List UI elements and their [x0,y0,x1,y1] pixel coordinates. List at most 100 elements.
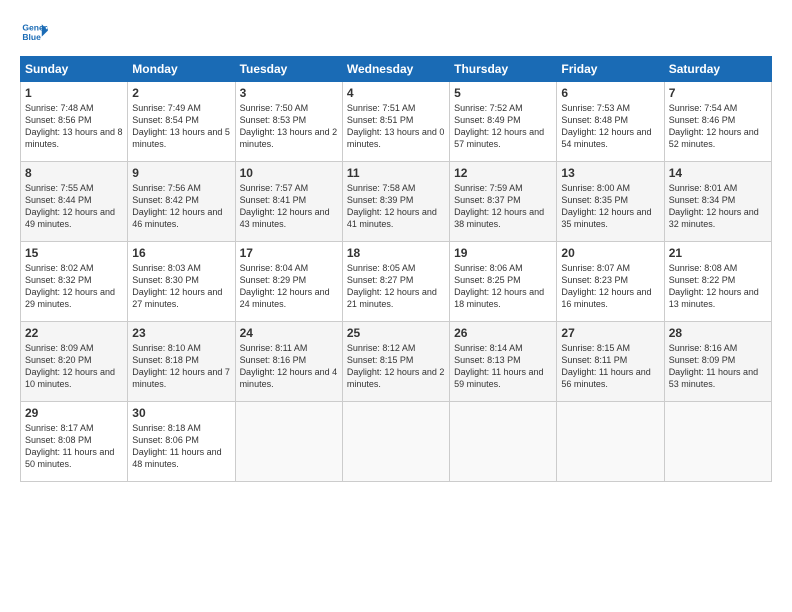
calendar-cell: 8 Sunrise: 7:55 AMSunset: 8:44 PMDaylight… [21,162,128,242]
day-number: 9 [132,166,230,180]
day-number: 13 [561,166,659,180]
day-number: 8 [25,166,123,180]
week-row-1: 1 Sunrise: 7:48 AMSunset: 8:56 PMDaylight… [21,82,772,162]
calendar-cell [235,402,342,482]
calendar-cell: 9Sunrise: 7:56 AMSunset: 8:42 PMDaylight… [128,162,235,242]
cell-info: Sunrise: 8:05 AMSunset: 8:27 PMDaylight:… [347,263,437,309]
week-row-5: 29 Sunrise: 8:17 AMSunset: 8:08 PMDayligh… [21,402,772,482]
calendar-cell: 30Sunrise: 8:18 AMSunset: 8:06 PMDayligh… [128,402,235,482]
day-number: 17 [240,246,338,260]
calendar-cell: 20Sunrise: 8:07 AMSunset: 8:23 PMDayligh… [557,242,664,322]
calendar-cell: 16 Sunrise: 8:03 AMSunset: 8:30 PMDayligh… [128,242,235,322]
cell-info: Sunrise: 8:17 AMSunset: 8:08 PMDaylight:… [25,423,114,469]
cell-info: Sunrise: 7:51 AMSunset: 8:51 PMDaylight:… [347,103,445,149]
day-number: 12 [454,166,552,180]
calendar-cell: 4 Sunrise: 7:51 AMSunset: 8:51 PMDaylight… [342,82,449,162]
calendar-cell: 11Sunrise: 7:58 AMSunset: 8:39 PMDayligh… [342,162,449,242]
day-number: 26 [454,326,552,340]
day-number: 18 [347,246,445,260]
day-number: 19 [454,246,552,260]
cell-info: Sunrise: 8:15 AMSunset: 8:11 PMDaylight:… [561,343,650,389]
day-number: 16 [132,246,230,260]
cell-info: Sunrise: 7:50 AMSunset: 8:53 PMDaylight:… [240,103,338,149]
cell-info: Sunrise: 7:57 AMSunset: 8:41 PMDaylight:… [240,183,330,229]
day-number: 28 [669,326,767,340]
calendar-cell [342,402,449,482]
week-row-3: 15Sunrise: 8:02 AMSunset: 8:32 PMDayligh… [21,242,772,322]
day-number: 24 [240,326,338,340]
day-number: 1 [25,86,123,100]
logo-icon: General Blue [20,18,48,46]
calendar-cell: 3 Sunrise: 7:50 AMSunset: 8:53 PMDaylight… [235,82,342,162]
weekday-tuesday: Tuesday [235,57,342,82]
calendar-cell: 6Sunrise: 7:53 AMSunset: 8:48 PMDaylight… [557,82,664,162]
cell-info: Sunrise: 7:53 AMSunset: 8:48 PMDaylight:… [561,103,651,149]
calendar-cell: 10 Sunrise: 7:57 AMSunset: 8:41 PMDayligh… [235,162,342,242]
cell-info: Sunrise: 8:11 AMSunset: 8:16 PMDaylight:… [240,343,338,389]
cell-info: Sunrise: 7:49 AMSunset: 8:54 PMDaylight:… [132,103,230,149]
page: General Blue SundayMondayTuesdayWednesda… [0,0,792,492]
calendar-cell: 21 Sunrise: 8:08 AMSunset: 8:22 PMDayligh… [664,242,771,322]
calendar-cell: 27Sunrise: 8:15 AMSunset: 8:11 PMDayligh… [557,322,664,402]
day-number: 3 [240,86,338,100]
calendar-cell: 17 Sunrise: 8:04 AMSunset: 8:29 PMDayligh… [235,242,342,322]
cell-info: Sunrise: 8:12 AMSunset: 8:15 PMDaylight:… [347,343,445,389]
weekday-header-row: SundayMondayTuesdayWednesdayThursdayFrid… [21,57,772,82]
calendar-cell: 13 Sunrise: 8:00 AMSunset: 8:35 PMDayligh… [557,162,664,242]
cell-info: Sunrise: 8:08 AMSunset: 8:22 PMDaylight:… [669,263,759,309]
cell-info: Sunrise: 8:00 AMSunset: 8:35 PMDaylight:… [561,183,651,229]
calendar-cell: 25 Sunrise: 8:12 AMSunset: 8:15 PMDayligh… [342,322,449,402]
weekday-sunday: Sunday [21,57,128,82]
weekday-saturday: Saturday [664,57,771,82]
day-number: 25 [347,326,445,340]
calendar-cell [664,402,771,482]
cell-info: Sunrise: 7:52 AMSunset: 8:49 PMDaylight:… [454,103,544,149]
calendar-cell: 22 Sunrise: 8:09 AMSunset: 8:20 PMDayligh… [21,322,128,402]
calendar-cell [557,402,664,482]
day-number: 14 [669,166,767,180]
day-number: 4 [347,86,445,100]
week-row-4: 22 Sunrise: 8:09 AMSunset: 8:20 PMDayligh… [21,322,772,402]
header: General Blue [20,18,772,46]
day-number: 7 [669,86,767,100]
day-number: 21 [669,246,767,260]
day-number: 22 [25,326,123,340]
day-number: 29 [25,406,123,420]
calendar-cell [450,402,557,482]
cell-info: Sunrise: 7:55 AMSunset: 8:44 PMDaylight:… [25,183,115,229]
calendar-cell: 5Sunrise: 7:52 AMSunset: 8:49 PMDaylight… [450,82,557,162]
cell-info: Sunrise: 8:02 AMSunset: 8:32 PMDaylight:… [25,263,115,309]
cell-info: Sunrise: 8:04 AMSunset: 8:29 PMDaylight:… [240,263,330,309]
svg-text:Blue: Blue [22,32,41,42]
calendar-cell: 29 Sunrise: 8:17 AMSunset: 8:08 PMDayligh… [21,402,128,482]
cell-info: Sunrise: 8:03 AMSunset: 8:30 PMDaylight:… [132,263,222,309]
weekday-thursday: Thursday [450,57,557,82]
day-number: 30 [132,406,230,420]
day-number: 10 [240,166,338,180]
cell-info: Sunrise: 8:14 AMSunset: 8:13 PMDaylight:… [454,343,543,389]
cell-info: Sunrise: 7:54 AMSunset: 8:46 PMDaylight:… [669,103,759,149]
calendar-cell: 14Sunrise: 8:01 AMSunset: 8:34 PMDayligh… [664,162,771,242]
day-number: 23 [132,326,230,340]
cell-info: Sunrise: 8:10 AMSunset: 8:18 PMDaylight:… [132,343,230,389]
weekday-wednesday: Wednesday [342,57,449,82]
calendar-cell: 26 Sunrise: 8:14 AMSunset: 8:13 PMDayligh… [450,322,557,402]
calendar-cell: 7 Sunrise: 7:54 AMSunset: 8:46 PMDaylight… [664,82,771,162]
weekday-monday: Monday [128,57,235,82]
calendar-cell: 24 Sunrise: 8:11 AMSunset: 8:16 PMDayligh… [235,322,342,402]
cell-info: Sunrise: 8:16 AMSunset: 8:09 PMDaylight:… [669,343,758,389]
day-number: 2 [132,86,230,100]
calendar-table: SundayMondayTuesdayWednesdayThursdayFrid… [20,56,772,482]
logo: General Blue [20,18,54,46]
cell-info: Sunrise: 8:09 AMSunset: 8:20 PMDaylight:… [25,343,115,389]
calendar-cell: 15Sunrise: 8:02 AMSunset: 8:32 PMDayligh… [21,242,128,322]
calendar-cell: 28 Sunrise: 8:16 AMSunset: 8:09 PMDayligh… [664,322,771,402]
cell-info: Sunrise: 7:48 AMSunset: 8:56 PMDaylight:… [25,103,123,149]
calendar-cell: 1 Sunrise: 7:48 AMSunset: 8:56 PMDaylight… [21,82,128,162]
calendar-cell: 23 Sunrise: 8:10 AMSunset: 8:18 PMDayligh… [128,322,235,402]
day-number: 20 [561,246,659,260]
cell-info: Sunrise: 8:06 AMSunset: 8:25 PMDaylight:… [454,263,544,309]
calendar-cell: 18 Sunrise: 8:05 AMSunset: 8:27 PMDayligh… [342,242,449,322]
week-row-2: 8 Sunrise: 7:55 AMSunset: 8:44 PMDaylight… [21,162,772,242]
calendar-cell: 19 Sunrise: 8:06 AMSunset: 8:25 PMDayligh… [450,242,557,322]
